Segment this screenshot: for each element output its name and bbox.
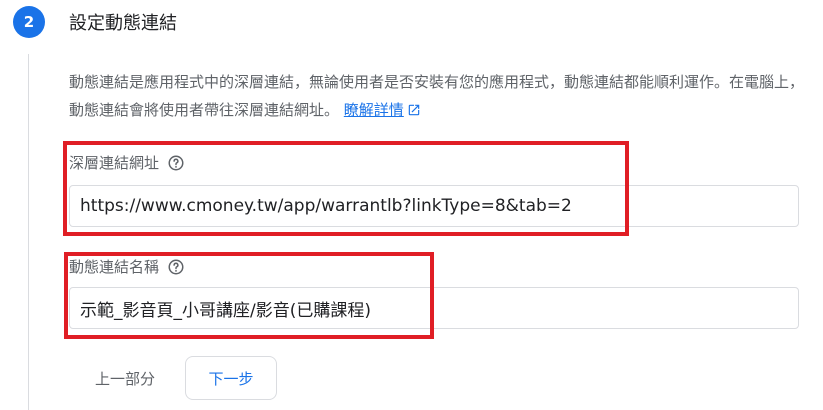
step-connector-line (28, 54, 29, 410)
back-button[interactable]: 上一部分 (82, 357, 168, 399)
highlight-box-link-name (64, 252, 434, 339)
step-description: 動態連結是應用程式中的深層連結，無論使用者是否安裝有您的應用程式，動態連結都能順… (69, 68, 809, 124)
next-button[interactable]: 下一步 (185, 356, 277, 400)
highlight-box-deep-link (63, 141, 629, 236)
open-in-new-icon (408, 104, 420, 116)
dynamic-link-setup-panel: 2 設定動態連結 動態連結是應用程式中的深層連結，無論使用者是否安裝有您的應用程… (0, 0, 823, 410)
learn-more-link[interactable]: 瞭解詳情 (344, 101, 421, 119)
learn-more-label: 瞭解詳情 (343, 101, 404, 119)
step-number-badge: 2 (13, 6, 45, 38)
step-title: 設定動態連結 (69, 13, 177, 34)
description-text: 動態連結是應用程式中的深層連結，無論使用者是否安裝有您的應用程式，動態連結都能順… (69, 73, 805, 119)
